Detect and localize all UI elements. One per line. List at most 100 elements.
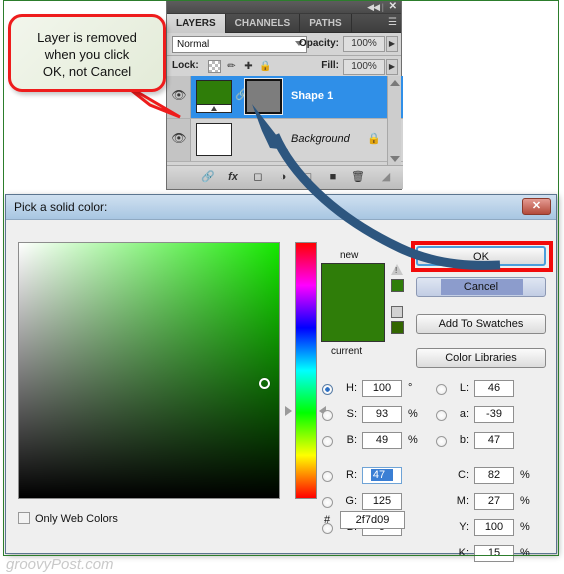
label-h: H: [345,382,357,394]
tab-paths[interactable]: PATHS [300,14,352,33]
opacity-stepper-icon[interactable]: ▶ [386,36,398,52]
input-k[interactable]: 15 [474,545,514,562]
fill-input[interactable]: 100% [343,59,385,75]
panel-menu-icon[interactable]: ☰ [388,17,397,29]
close-panel-icon[interactable]: ✕ [389,1,397,13]
lock-transparency-icon[interactable] [208,60,221,73]
input-s[interactable]: 93 [362,406,402,423]
label-a: a: [459,408,469,420]
scroll-down-icon[interactable] [390,156,400,162]
close-icon[interactable]: ✕ [522,198,551,215]
ok-button[interactable]: OK [416,246,546,266]
radio-s[interactable] [322,410,333,421]
lock-label: Lock: [172,60,199,71]
layer-row-background[interactable]: 👁 Background 🔒 [167,119,403,162]
scroll-up-icon[interactable] [390,80,400,86]
radio-lab-b[interactable] [436,436,447,447]
layer-name-shape1[interactable]: Shape 1 [291,90,333,102]
layer-list-scrollbar[interactable] [387,76,401,166]
label-lab-b: b: [459,434,469,446]
web-safe-color-swatch[interactable] [391,321,404,334]
color-field-cursor[interactable] [259,378,270,389]
only-web-colors-checkbox[interactable] [18,512,30,524]
color-libraries-button[interactable]: Color Libraries [416,348,546,368]
current-color-swatch[interactable] [321,303,385,342]
layer-style-fx-icon[interactable]: fx [224,170,242,185]
cancel-button[interactable]: Cancel [416,277,546,297]
layer-name-background[interactable]: Background [291,133,350,145]
input-l[interactable]: 46 [474,380,514,397]
dialog-title-bar[interactable]: Pick a solid color: ✕ [6,195,556,220]
label-r: R: [345,469,357,481]
in-gamut-color-swatch[interactable] [391,279,404,292]
lock-image-brush-icon[interactable]: ✏ [225,60,238,73]
new-color-swatch [321,263,385,303]
adjustment-layer-icon[interactable]: ◑ [274,170,292,185]
unit-b-brightness: % [408,434,418,446]
new-group-icon[interactable]: □ [299,170,317,185]
input-lab-b[interactable]: 47 [474,432,514,449]
layer-row-shape1[interactable]: 👁 🔗 Shape 1 [167,76,403,119]
new-layer-icon[interactable]: ■ [324,170,342,185]
current-color-label: current [331,346,363,357]
layer-thumbnail[interactable] [196,80,232,113]
eye-icon[interactable]: 👁 [171,132,187,145]
delete-layer-trash-icon[interactable]: 🗑 [349,170,367,185]
non-web-safe-cube-icon[interactable] [391,306,403,318]
layers-panel-footer: 🔗 fx ◻ ◑ □ ■ 🗑 ◢ [167,165,403,189]
label-k: K: [458,547,469,559]
callout-line-3: OK, not Cancel [42,64,132,79]
lock-all-padlock-icon[interactable]: 🔒 [259,60,272,73]
label-l: L: [459,382,469,394]
lock-position-move-icon[interactable]: ✚ [242,60,255,73]
radio-b-brightness[interactable] [322,436,333,447]
fill-stepper-icon[interactable]: ▶ [386,59,398,75]
out-of-gamut-warning-icon[interactable] [391,264,403,275]
label-y: Y: [459,521,469,533]
layer-mask-thumbnail[interactable] [244,78,283,115]
visibility-cell[interactable]: 👁 [167,119,191,161]
layers-panel: ◀◀ | ✕ LAYERS CHANNELS PATHS ☰ Normal Opac… [166,0,403,190]
radio-h[interactable] [322,384,333,395]
blend-mode-value: Normal [177,39,210,50]
gradient-indicator [197,104,231,112]
input-m[interactable]: 27 [474,493,514,510]
radio-l[interactable] [436,384,447,395]
label-g: G: [345,495,357,507]
tab-channels[interactable]: CHANNELS [226,14,301,33]
label-b-brightness: B: [346,434,357,446]
layer-mask-icon[interactable]: ◻ [249,170,267,185]
blend-mode-select[interactable]: Normal [172,36,307,53]
tab-layers[interactable]: LAYERS [167,14,226,33]
layer-thumbnail[interactable] [196,123,232,156]
opacity-input[interactable]: 100% [343,36,385,52]
input-g[interactable]: 125 [362,493,402,510]
unit-s: % [408,408,418,420]
radio-g[interactable] [322,497,333,508]
link-layers-icon[interactable]: 🔗 [199,170,217,185]
fill-label: Fill: [321,60,339,71]
input-r[interactable]: 47 [362,467,402,484]
saturation-brightness-field[interactable] [18,242,280,499]
watermark: groovyPost.com [6,556,114,573]
radio-r[interactable] [322,471,333,482]
panel-tabs: LAYERS CHANNELS PATHS ☰ [167,14,401,33]
radio-a[interactable] [436,410,447,421]
locked-padlock-icon: 🔒 [367,133,381,145]
hex-hash-label: # [324,514,331,526]
color-libraries-label: Color Libraries [445,352,517,364]
input-a[interactable]: -39 [474,406,514,423]
hex-input[interactable]: 2f7d09 [340,511,405,529]
only-web-colors-row[interactable]: Only Web Colors [18,512,118,525]
input-c[interactable]: 82 [474,467,514,484]
collapse-panel-icon[interactable]: ◀◀ [367,2,380,13]
input-h[interactable]: 100 [362,380,402,397]
color-picker-dialog: Pick a solid color: ✕ Only Web Colors ne… [5,194,557,562]
ok-button-label: OK [473,251,489,263]
resize-grip-icon[interactable]: ◢ [377,170,395,185]
add-to-swatches-button[interactable]: Add To Swatches [416,314,546,334]
hue-slider-handle-left-icon[interactable] [285,406,292,416]
input-y[interactable]: 100 [474,519,514,536]
hue-slider[interactable] [295,242,317,499]
input-b-brightness[interactable]: 49 [362,432,402,449]
